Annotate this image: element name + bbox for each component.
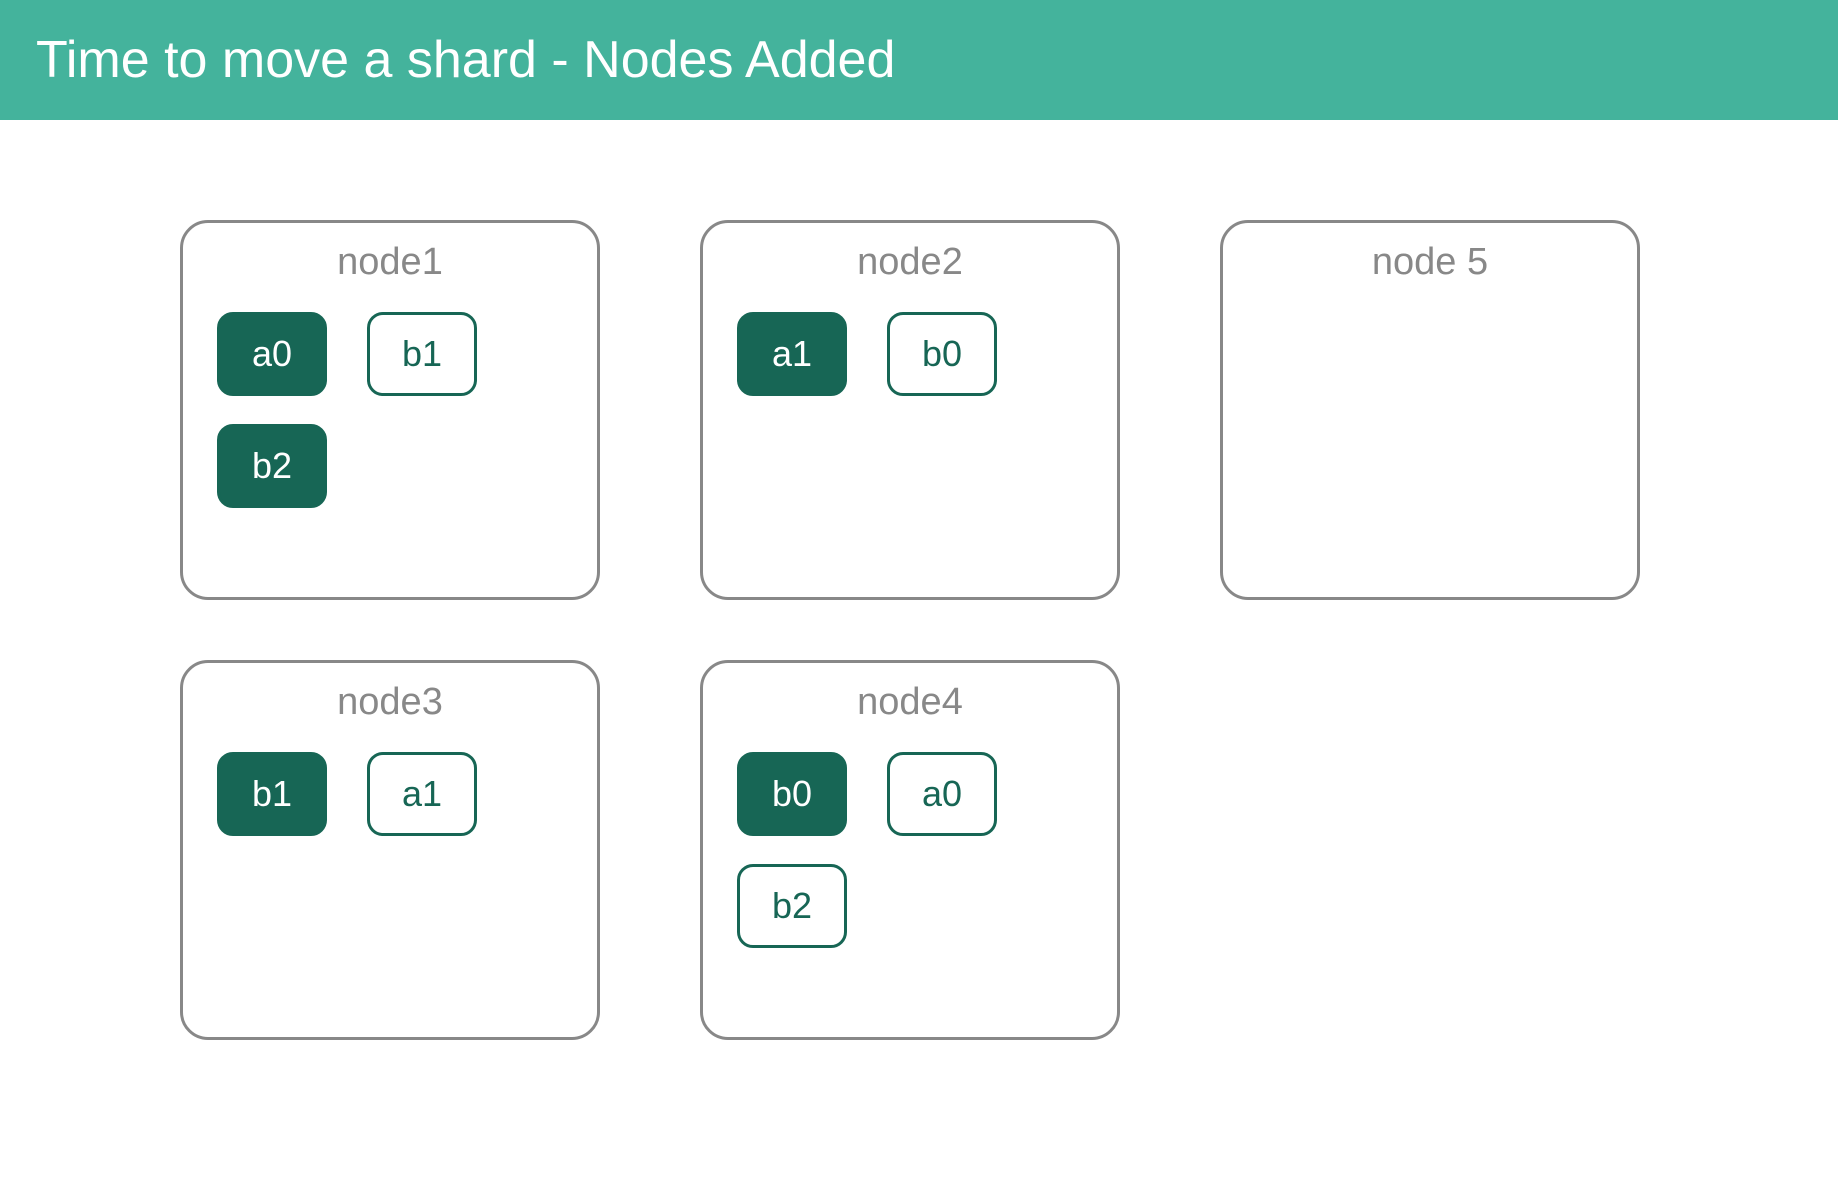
node-row-2: node3 b1 a1 node4 b0 a0 b2 [180,660,1658,1040]
shard-b0-primary: b0 [737,752,847,836]
shard-a1-primary: a1 [737,312,847,396]
diagram-canvas: node1 a0 b1 b2 node2 a1 b0 node 5 [0,120,1838,1080]
shard-b1-replica: b1 [367,312,477,396]
shard-container: b1 a1 [217,752,563,836]
shard-b2-replica: b2 [737,864,847,948]
shard-row: a1 b0 [737,312,1083,396]
shard-row: b2 [737,864,1083,948]
node-label: node4 [857,681,963,724]
shard-row: a0 b1 [217,312,563,396]
node-box-node4: node4 b0 a0 b2 [700,660,1120,1040]
node-box-node1: node1 a0 b1 b2 [180,220,600,600]
node-label: node1 [337,241,443,284]
shard-container: a0 b1 b2 [217,312,563,508]
node-label: node3 [337,681,443,724]
slide-header: Time to move a shard - Nodes Added [0,0,1838,120]
shard-container: b0 a0 b2 [737,752,1083,948]
shard-b1-primary: b1 [217,752,327,836]
shard-row: b2 [217,424,563,508]
shard-b2-primary: b2 [217,424,327,508]
shard-a0-replica: a0 [887,752,997,836]
shard-container: a1 b0 [737,312,1083,396]
node-box-node3: node3 b1 a1 [180,660,600,1040]
shard-b0-replica: b0 [887,312,997,396]
shard-row: b0 a0 [737,752,1083,836]
node-label: node 5 [1372,241,1488,284]
slide-title: Time to move a shard - Nodes Added [36,30,895,90]
shard-a0-primary: a0 [217,312,327,396]
node-box-node5: node 5 [1220,220,1640,600]
shard-a1-replica: a1 [367,752,477,836]
node-box-node2: node2 a1 b0 [700,220,1120,600]
shard-row: b1 a1 [217,752,563,836]
node-label: node2 [857,241,963,284]
node-row-1: node1 a0 b1 b2 node2 a1 b0 node 5 [180,220,1658,600]
